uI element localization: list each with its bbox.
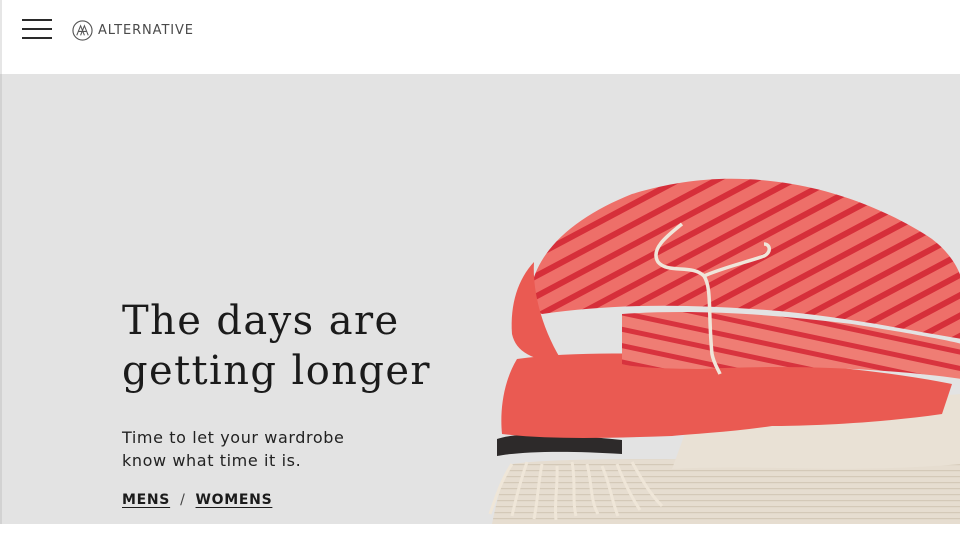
- mens-link[interactable]: MENS: [122, 492, 170, 508]
- brand-name: ALTERNATIVE: [98, 22, 194, 38]
- subcopy-line: know what time it is.: [122, 451, 302, 470]
- headline-line: The days are: [122, 298, 400, 344]
- hamburger-menu-icon[interactable]: [22, 19, 52, 41]
- alternative-monogram-icon: [72, 19, 93, 41]
- subcopy-line: Time to let your wardrobe: [122, 428, 345, 447]
- folded-clothes-stack-image: [488, 178, 960, 524]
- hero-banner: The days are getting longer Time to let …: [0, 74, 960, 524]
- link-separator: /: [180, 492, 186, 508]
- hero-copy: The days are getting longer Time to let …: [122, 296, 462, 508]
- hero-headline: The days are getting longer: [122, 296, 462, 396]
- site-header: ALTERNATIVE: [0, 0, 960, 74]
- hero-subcopy: Time to let your wardrobe know what time…: [122, 426, 462, 472]
- brand-logo[interactable]: ALTERNATIVE: [72, 19, 194, 41]
- page-bottom-strip: [0, 524, 960, 537]
- hero-links: MENS / WOMENS: [122, 492, 462, 508]
- headline-line: getting longer: [122, 348, 431, 394]
- womens-link[interactable]: WOMENS: [196, 492, 273, 508]
